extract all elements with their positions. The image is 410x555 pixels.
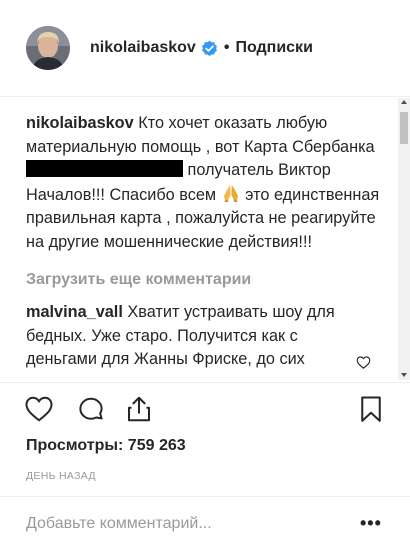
post-header: nikolaibaskov • Подписки xyxy=(0,0,410,96)
folded-hands-emoji-icon xyxy=(221,183,241,203)
comment-item: malvina_vall Хватит устраивать шоу для б… xyxy=(26,301,386,372)
load-more-comments-button[interactable]: Загрузить еще комментарии xyxy=(26,271,386,291)
views-number: 759 263 xyxy=(127,437,186,454)
verified-badge-icon xyxy=(201,40,218,57)
bookmark-icon[interactable] xyxy=(356,394,386,424)
comments-scrollbar[interactable] xyxy=(398,98,410,380)
header-username-link[interactable]: nikolaibaskov xyxy=(90,39,196,57)
following-button[interactable]: Подписки xyxy=(235,39,312,57)
heart-icon[interactable] xyxy=(24,394,54,424)
header-divider xyxy=(0,96,410,97)
views-label: Просмотры: xyxy=(26,437,124,454)
scrollbar-thumb[interactable] xyxy=(400,112,408,144)
post-actions-bar xyxy=(0,390,410,430)
comment-like-heart-icon[interactable] xyxy=(356,355,371,370)
header-separator: • xyxy=(223,39,230,56)
comment-bubble-icon[interactable] xyxy=(76,394,106,424)
post-caption: nikolaibaskov Кто хочет оказать любую ма… xyxy=(26,112,386,254)
avatar[interactable] xyxy=(26,26,70,70)
share-icon[interactable] xyxy=(124,394,154,424)
redacted-card-number xyxy=(26,160,183,177)
actions-divider xyxy=(0,382,410,383)
views-count: Просмотры: 759 263 xyxy=(26,437,186,455)
scroll-up-arrow-icon[interactable] xyxy=(401,100,407,104)
comment-box-divider xyxy=(0,496,410,497)
avatar-image xyxy=(26,26,70,70)
post-timestamp[interactable]: ДЕНЬ НАЗАД xyxy=(26,470,96,482)
add-comment-input[interactable]: Добавьте комментарий... xyxy=(26,515,212,533)
comment-username-link[interactable]: malvina_vall xyxy=(26,303,123,321)
scroll-down-arrow-icon[interactable] xyxy=(401,373,407,377)
more-options-icon[interactable]: ••• xyxy=(360,513,382,534)
comments-list[interactable]: nikolaibaskov Кто хочет оказать любую ма… xyxy=(26,112,386,376)
caption-username-link[interactable]: nikolaibaskov xyxy=(26,114,134,132)
